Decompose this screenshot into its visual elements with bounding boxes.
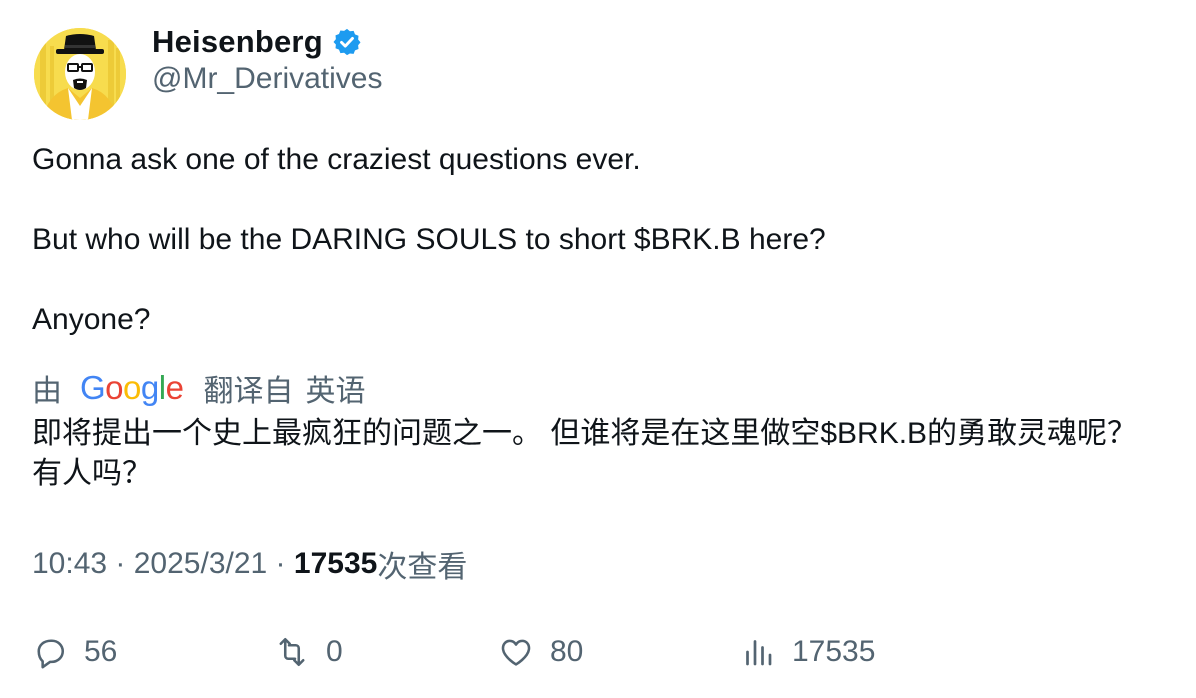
google-logo-letter: o	[123, 369, 141, 406]
tweet-card: Heisenberg @Mr_Derivatives Gonna ask one…	[0, 0, 1196, 698]
like-button[interactable]: 80	[498, 628, 583, 676]
reply-button[interactable]: 56	[32, 628, 117, 676]
google-logo[interactable]: Google	[80, 369, 184, 407]
heisenberg-portrait-icon	[34, 28, 126, 120]
like-count: 80	[550, 635, 584, 668]
meta-separator: ·	[267, 547, 294, 580]
action-bar: 56 0 80 17535	[32, 628, 1162, 676]
author-name-row[interactable]: Heisenberg	[152, 22, 362, 62]
meta-separator: ·	[107, 547, 134, 580]
tweet-line: But who will be the DARING SOULS to shor…	[32, 223, 826, 256]
translated-from-label: 翻译自	[203, 375, 294, 408]
views-label[interactable]: 次查看	[377, 542, 467, 586]
google-logo-letter: e	[165, 369, 184, 406]
google-logo-letter: G	[80, 369, 106, 406]
tweet-date[interactable]: 2025/3/21	[134, 547, 267, 581]
google-logo-letter: l	[158, 369, 166, 406]
view-count[interactable]: 17535	[294, 547, 377, 581]
google-logo-letter: g	[140, 369, 159, 406]
tweet-time[interactable]: 10:43	[32, 547, 107, 581]
retweet-icon[interactable]	[274, 634, 310, 670]
author-handle[interactable]: @Mr_Derivatives	[152, 62, 383, 96]
author-display-name[interactable]: Heisenberg	[152, 24, 323, 60]
heart-icon[interactable]	[498, 634, 534, 670]
tweet-line: Gonna ask one of the craziest questions …	[32, 143, 641, 176]
reply-icon[interactable]	[32, 634, 68, 670]
views-button[interactable]: 17535	[740, 628, 875, 676]
analytics-icon[interactable]	[740, 634, 776, 670]
views-count: 17535	[792, 635, 876, 668]
verified-badge-icon[interactable]	[332, 27, 362, 57]
tweet-line: Anyone?	[32, 303, 151, 336]
author-avatar[interactable]	[34, 28, 126, 120]
retweet-count: 0	[326, 635, 343, 668]
tweet-text: Gonna ask one of the craziest questions …	[32, 140, 1162, 340]
google-logo-letter: o	[105, 369, 124, 406]
reply-count: 56	[84, 635, 118, 668]
tweet-meta: 10:43 · 2025/3/21 · 17535 次查看	[32, 544, 467, 584]
translation-attribution: 由 Google 翻译自 英语	[32, 366, 365, 410]
source-language: 英语	[305, 375, 366, 408]
retweet-button[interactable]: 0	[274, 628, 343, 676]
translated-text: 即将提出一个史上最疯狂的问题之一。 但谁将是在这里做空$BRK.B的勇敢灵魂呢？…	[32, 417, 1138, 490]
translated-by-label: 由	[32, 375, 62, 408]
